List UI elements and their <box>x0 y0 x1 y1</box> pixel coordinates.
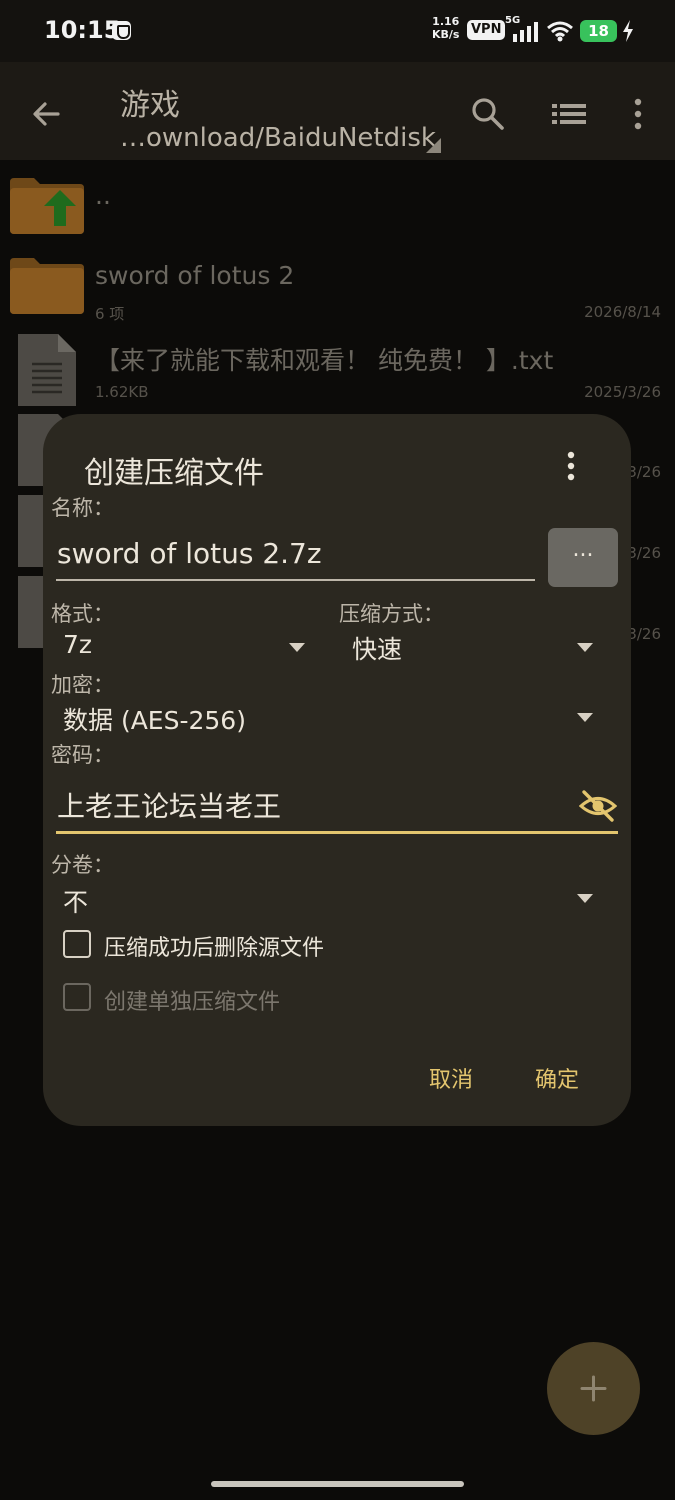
chevron-down-icon <box>577 643 593 652</box>
chevron-down-icon <box>577 713 593 722</box>
method-value: 快速 <box>352 635 403 664</box>
list-item-file[interactable]: 【来了就能下载和观看！ 纯免费！ 】.txt 1.62KB 2025/3/26 <box>0 328 675 410</box>
chevron-down-icon <box>289 643 305 652</box>
add-fab-button[interactable] <box>547 1342 640 1435</box>
home-indicator[interactable] <box>211 1481 464 1487</box>
eye-off-icon[interactable] <box>579 789 617 823</box>
split-value: 不 <box>63 888 89 917</box>
battery-icon: 18 <box>580 20 617 42</box>
file-date: 3/26 <box>627 625 661 643</box>
folder-title: 游戏 <box>120 88 180 123</box>
cancel-button[interactable]: 取消 <box>429 1062 473 1094</box>
folder-path[interactable]: …ownload/BaiduNetdisk <box>120 123 436 153</box>
format-label: 格式： <box>51 602 114 626</box>
file-name: .. <box>95 181 111 210</box>
name-label: 名称： <box>51 496 114 520</box>
delete-source-checkbox[interactable] <box>63 930 91 958</box>
network-speed: 1.16 KB/s <box>432 15 459 41</box>
file-date: 3/26 <box>627 463 661 481</box>
delete-source-label: 压缩成功后删除源文件 <box>104 936 325 961</box>
more-vert-icon[interactable] <box>628 96 648 132</box>
dialog-title: 创建压缩文件 <box>84 456 264 491</box>
document-icon <box>18 334 76 406</box>
chevron-down-icon <box>577 894 593 903</box>
list-item-parent[interactable]: .. <box>0 168 675 250</box>
back-arrow-icon[interactable] <box>28 96 64 132</box>
parent-folder-icon <box>10 178 84 234</box>
encryption-label: 加密： <box>51 673 114 697</box>
file-date: 2025/3/26 <box>584 383 661 401</box>
app-bar: 游戏 …ownload/BaiduNetdisk <box>0 62 675 160</box>
archive-name-field[interactable]: sword of lotus 2.7z <box>56 534 535 581</box>
format-value: 7z <box>63 630 93 659</box>
ok-button[interactable]: 确定 <box>535 1062 579 1094</box>
separate-archives-label: 创建单独压缩文件 <box>104 990 281 1015</box>
plus-icon <box>580 1375 607 1402</box>
file-name: sword of lotus 2 <box>95 261 295 290</box>
vpn-badge: VPN <box>467 20 506 40</box>
shield-icon <box>112 21 131 40</box>
file-size: 1.62KB <box>95 383 149 401</box>
password-label: 密码： <box>51 743 114 767</box>
search-icon[interactable] <box>470 96 506 132</box>
speed-unit: KB/s <box>432 28 460 41</box>
signal-bars-icon <box>513 22 538 42</box>
method-label: 压缩方式： <box>339 602 444 626</box>
file-date: 2026/8/14 <box>584 303 661 321</box>
file-date: 3/26 <box>627 544 661 562</box>
browse-button[interactable]: ... <box>548 528 618 587</box>
create-archive-dialog: 创建压缩文件 名称： sword of lotus 2.7z ... 格式： 7… <box>43 414 631 1126</box>
path-dropdown-icon[interactable] <box>426 138 441 153</box>
dialog-more-icon[interactable] <box>563 450 579 482</box>
separate-archives-checkbox <box>63 983 91 1011</box>
wifi-icon <box>547 21 573 42</box>
status-time: 10:15 <box>44 16 121 44</box>
status-bar: 10:15 1.16 KB/s VPN 5G 18 <box>0 0 675 62</box>
split-label: 分卷： <box>51 853 114 877</box>
list-item-folder[interactable]: sword of lotus 2 6 项 2026/8/14 <box>0 248 675 330</box>
file-name: 【来了就能下载和观看！ 纯免费！ 】.txt <box>95 346 554 375</box>
folder-icon <box>10 258 84 314</box>
speed-value: 1.16 <box>432 15 460 28</box>
encryption-value: 数据 (AES-256) <box>63 706 246 735</box>
password-field[interactable]: 上老王论坛当老王 <box>56 785 618 834</box>
file-item-count: 6 项 <box>95 305 125 323</box>
list-view-icon[interactable] <box>550 98 588 130</box>
charging-bolt-icon <box>623 20 633 42</box>
